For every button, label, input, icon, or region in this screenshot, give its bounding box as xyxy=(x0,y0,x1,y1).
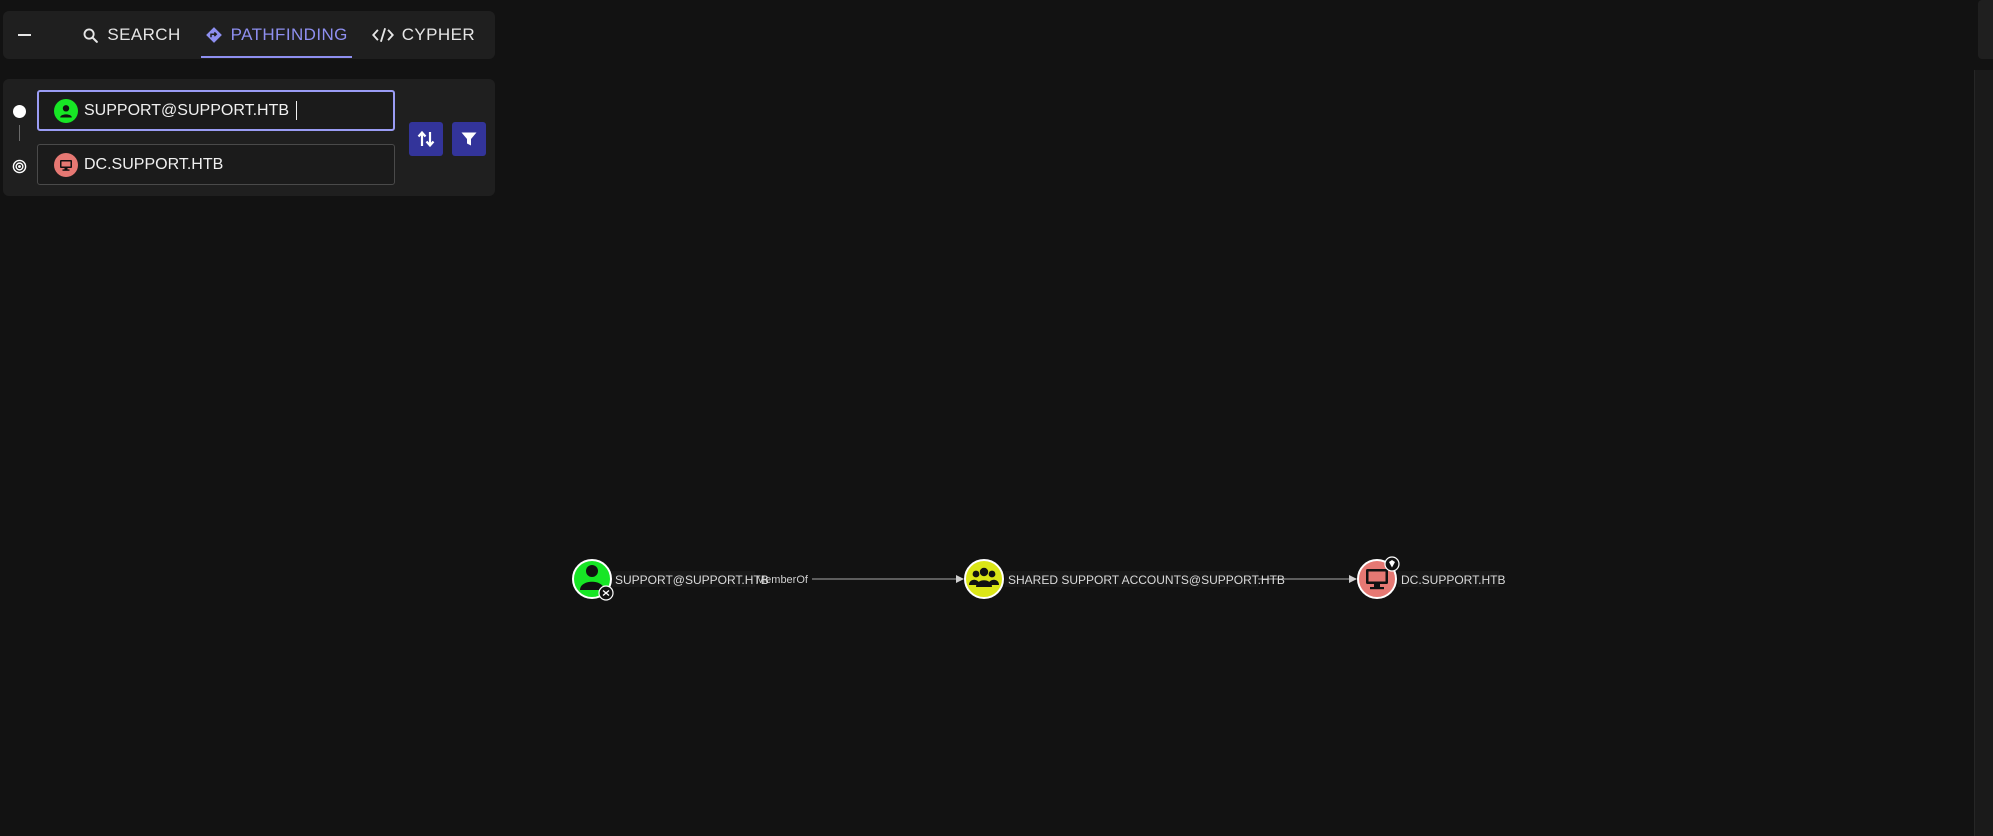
graph-node-user[interactable]: SUPPORT@SUPPORT.HTB xyxy=(572,559,769,601)
app-root: SEARCH PATHFINDING CYPHER SUPPORT@SUPPOR… xyxy=(0,0,1993,836)
graph-node-group[interactable]: SHARED SUPPORT ACCOUNTS@SUPPORT.HTB xyxy=(964,559,1285,599)
node-label-computer: DC.SUPPORT.HTB xyxy=(1401,573,1505,587)
node-label-user: SUPPORT@SUPPORT.HTB xyxy=(615,573,769,587)
graph-canvas[interactable]: MemberOf SUPPORT@SUPPORT.HTB SHARED SUPP… xyxy=(0,0,1993,836)
graph-edge-memberof[interactable]: MemberOf xyxy=(752,571,964,587)
node-label-group: SHARED SUPPORT ACCOUNTS@SUPPORT.HTB xyxy=(1008,573,1285,587)
graph-node-computer[interactable]: DC.SUPPORT.HTB xyxy=(1357,556,1505,599)
